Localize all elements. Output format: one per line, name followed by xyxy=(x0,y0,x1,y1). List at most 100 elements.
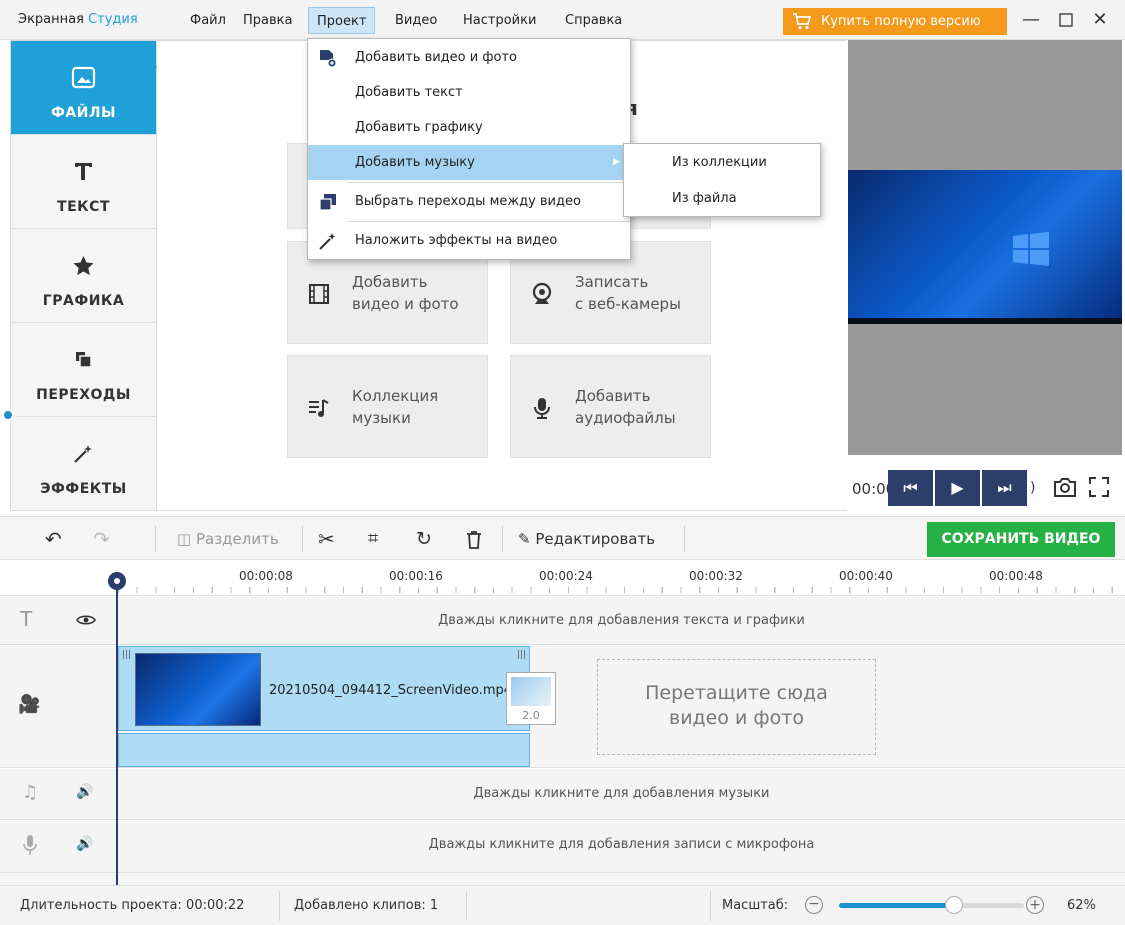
ruler-tick-label: 00:00:32 xyxy=(689,569,743,583)
save-video-button[interactable]: СОХРАНИТЬ ВИДЕО xyxy=(927,522,1115,557)
sidebar-item-effects[interactable]: ЭФФЕКТЫ xyxy=(11,417,156,511)
drop-media-zone[interactable]: Перетащите сюда видео и фото xyxy=(597,659,876,755)
sidebar-active-pointer xyxy=(147,58,157,76)
video-clip[interactable]: ||| ||| 20210504_094412_ScreenVideo.mp4 xyxy=(118,646,530,731)
edit-label: Редактировать xyxy=(535,530,656,548)
rotate-icon[interactable]: ↻ xyxy=(416,527,432,551)
app-title: Экранная Студия xyxy=(18,12,138,27)
microphone-track[interactable]: 🔊 Дважды кликните для добавления записи … xyxy=(0,821,1125,873)
maximize-icon[interactable] xyxy=(1055,9,1077,31)
edit-button[interactable]: ✎ Редактировать xyxy=(518,527,655,551)
menu-item-apply-effects[interactable]: Наложить эффекты на видео xyxy=(308,223,630,258)
track-header: T xyxy=(0,597,117,644)
previous-frame-button[interactable]: ⏮ xyxy=(888,470,933,506)
buy-label: Купить полную версию xyxy=(821,14,981,29)
add-music-submenu: Из коллекции Из файла xyxy=(623,143,821,217)
ruler-tick-label: 00:00:08 xyxy=(239,569,293,583)
submenu-arrow-icon: ▶ xyxy=(613,157,620,167)
editor-toolbar: ↶ ↷ ◫ Разделить ✂ ⌗ ↻ ✎ Редактировать СО… xyxy=(0,516,1125,560)
menu-divider xyxy=(348,182,630,183)
menu-item-add-graphics[interactable]: Добавить графику xyxy=(308,110,630,145)
seek-handle[interactable] xyxy=(2,409,14,421)
cart-icon xyxy=(793,13,812,30)
clip-right-handle[interactable]: ||| xyxy=(517,650,526,660)
preview-frame xyxy=(848,170,1122,324)
image-icon xyxy=(71,66,96,89)
track-header: 🔊 xyxy=(0,821,117,872)
play-button[interactable]: ▶ xyxy=(935,470,980,506)
toolbar-divider xyxy=(155,526,156,552)
sidebar-item-label: ПЕРЕХОДЫ xyxy=(36,387,131,403)
menu-edit[interactable]: Правка xyxy=(235,7,300,34)
menu-video[interactable]: Видео xyxy=(387,7,445,34)
tile-label-line2: музыки xyxy=(352,409,411,427)
video-preview: 00:00 ⏮ ▶ ⏭ ) xyxy=(848,40,1122,511)
transition-item[interactable]: 2.0 xyxy=(506,672,556,725)
sidebar-item-label: ФАЙЛЫ xyxy=(50,105,117,121)
magic-wand-icon xyxy=(319,233,336,250)
sidebar-item-graphics[interactable]: ГРАФИКА xyxy=(11,229,156,323)
sidebar-item-transitions[interactable]: ПЕРЕХОДЫ xyxy=(11,323,156,417)
music-track[interactable]: ♫ 🔊 Дважды кликните для добавления музык… xyxy=(0,769,1125,820)
mic-track-hint: Дважды кликните для добавления записи с … xyxy=(428,837,815,852)
menu-item-add-text[interactable]: Добавить текст xyxy=(308,75,630,110)
zoom-slider-knob[interactable] xyxy=(945,896,963,914)
zoom-slider-fill xyxy=(839,903,954,908)
eye-icon[interactable] xyxy=(76,613,96,627)
clip-left-handle[interactable]: ||| xyxy=(122,650,131,660)
tile-label-line2: видео и фото xyxy=(352,295,459,313)
add-audio-button[interactable]: Добавить аудиофайлы xyxy=(510,355,711,458)
clip-audio-bar[interactable] xyxy=(118,733,530,767)
preview-taskbar xyxy=(848,318,1122,324)
zoom-out-icon[interactable]: − xyxy=(805,896,823,914)
redo-icon[interactable]: ↷ xyxy=(93,527,110,551)
menu-item-choose-transitions[interactable]: Выбрать переходы между видео xyxy=(308,184,630,219)
zoom-value: 62% xyxy=(1067,898,1096,913)
speaker-icon[interactable]: 🔊 xyxy=(76,784,93,800)
ruler-tick-label: 00:00:40 xyxy=(839,569,893,583)
transitions-icon xyxy=(76,352,92,368)
microphone-icon xyxy=(534,398,550,419)
zoom-in-icon[interactable]: + xyxy=(1026,896,1044,914)
undo-icon[interactable]: ↶ xyxy=(45,527,62,551)
fullscreen-icon[interactable] xyxy=(1088,476,1110,498)
menu-help[interactable]: Справка xyxy=(557,7,630,34)
clip-filename: 20210504_094412_ScreenVideo.mp4 xyxy=(269,683,509,698)
camera-icon[interactable] xyxy=(1053,476,1077,498)
menu-file[interactable]: Файл xyxy=(182,7,234,34)
buy-full-version-button[interactable]: Купить полную версию xyxy=(783,8,1007,35)
submenu-item-from-collection[interactable]: Из коллекции xyxy=(624,145,820,181)
zoom-label: Масштаб: xyxy=(722,898,789,913)
text-track[interactable]: T Дважды кликните для добавления текста … xyxy=(0,597,1125,645)
next-frame-button[interactable]: ⏭ xyxy=(982,470,1027,506)
menu-item-add-video-photo[interactable]: Добавить видео и фото xyxy=(308,40,630,75)
menu-settings[interactable]: Настройки xyxy=(455,7,544,34)
menu-item-add-music[interactable]: Добавить музыку ▶ xyxy=(308,145,630,180)
menu-project[interactable]: Проект xyxy=(308,7,376,34)
transition-duration: 2.0 xyxy=(522,709,540,722)
crop-icon[interactable]: ⌗ xyxy=(368,527,378,551)
speaker-icon[interactable]: 🔊 xyxy=(76,836,93,852)
volume-icon[interactable]: ) xyxy=(1030,480,1035,496)
submenu-item-from-file[interactable]: Из файла xyxy=(624,181,820,217)
split-icon: ◫ xyxy=(177,530,192,548)
trash-icon[interactable] xyxy=(466,530,482,549)
playhead[interactable] xyxy=(116,572,118,885)
menu-item-label: Выбрать переходы между видео xyxy=(355,194,581,209)
timeline-ruler[interactable]: 00:00:08 00:00:16 00:00:24 00:00:32 00:0… xyxy=(0,560,1125,596)
sidebar-item-text[interactable]: ТЕКСТ xyxy=(11,135,156,229)
sidebar: ФАЙЛЫ ТЕКСТ ГРАФИКА ПЕРЕХОДЫ ЭФФЕКТЫ xyxy=(10,40,157,511)
title-bar: Экранная Студия Файл Правка Проект Видео… xyxy=(0,0,1125,40)
magic-wand-icon xyxy=(74,445,92,463)
minimize-icon[interactable]: — xyxy=(1020,9,1042,31)
scissors-icon[interactable]: ✂ xyxy=(318,527,335,551)
add-media-icon xyxy=(320,50,337,68)
music-collection-button[interactable]: Коллекция музыки xyxy=(287,355,488,458)
tile-label-line2: с веб-камеры xyxy=(575,295,681,313)
sidebar-item-files[interactable]: ФАЙЛЫ xyxy=(11,41,156,135)
split-button[interactable]: ◫ Разделить xyxy=(177,527,279,551)
text-icon xyxy=(75,163,92,180)
playhead-knob[interactable] xyxy=(108,572,126,590)
sidebar-item-label: ТЕКСТ xyxy=(57,199,110,215)
close-icon[interactable]: ✕ xyxy=(1089,9,1111,31)
